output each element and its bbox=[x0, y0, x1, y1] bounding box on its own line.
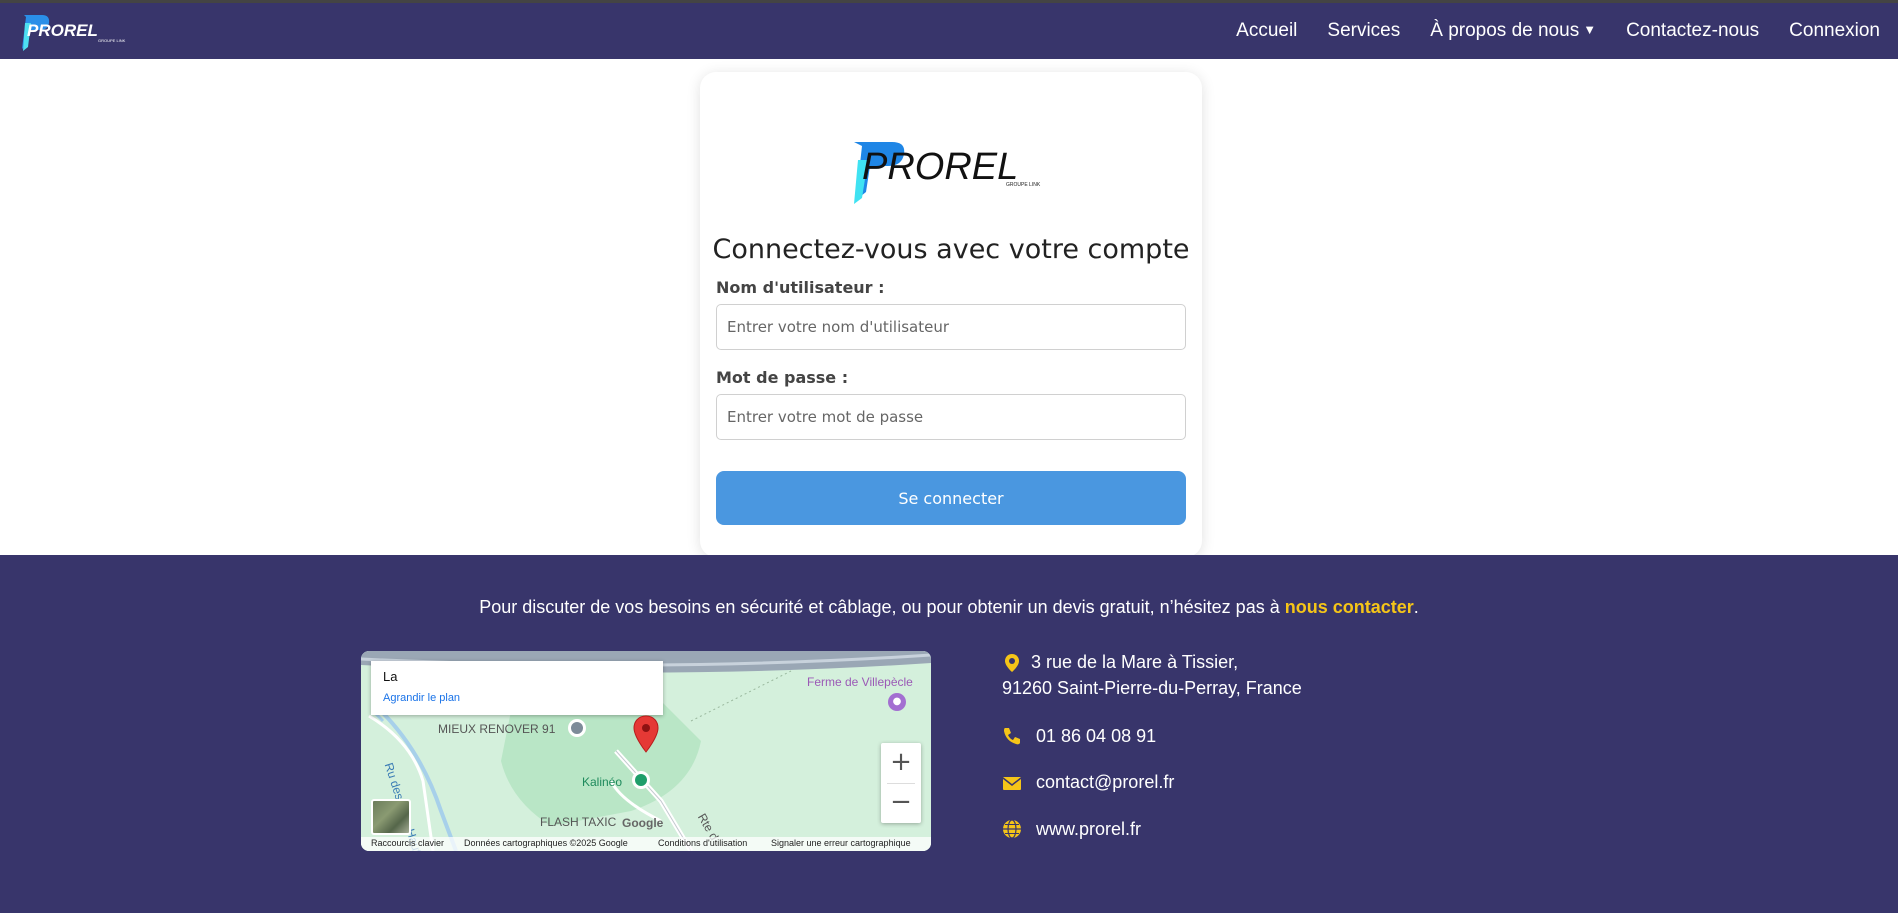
map-label-mieux-renover: MIEUX RENOVER 91 bbox=[438, 722, 556, 736]
map-enlarge-link[interactable]: Agrandir le plan bbox=[383, 692, 460, 704]
nav-link-connexion[interactable]: Connexion bbox=[1789, 20, 1880, 42]
place-pin-icon[interactable] bbox=[632, 771, 650, 789]
nav-link-contact[interactable]: Contactez-nous bbox=[1626, 20, 1759, 42]
zoom-out-button[interactable]: − bbox=[881, 783, 921, 823]
nav-link-a-propos[interactable]: À propos de nous ▼ bbox=[1430, 20, 1596, 42]
location-pin-icon bbox=[1005, 654, 1019, 672]
lock-icon[interactable]: ● bbox=[888, 693, 906, 711]
svg-text:PROREL: PROREL bbox=[862, 146, 1018, 188]
map-report-error-link[interactable]: Signaler une erreur cartographique bbox=[771, 838, 911, 848]
footer-cta-prefix: Pour discuter de vos besoins en sécurité… bbox=[479, 597, 1285, 617]
nav-links: Accueil Services À propos de nous ▼ Conta… bbox=[1206, 20, 1880, 42]
map-place-title: La bbox=[383, 669, 398, 684]
zoom-in-button[interactable]: + bbox=[881, 743, 921, 783]
map-keyboard-shortcuts[interactable]: Raccourcis clavier bbox=[371, 838, 444, 848]
map-zoom-controls: + − bbox=[881, 743, 921, 823]
login-button[interactable]: Se connecter bbox=[716, 471, 1186, 525]
map-label-flash-taxi: FLASH TAXIC bbox=[540, 815, 617, 829]
place-pin-icon[interactable] bbox=[568, 719, 586, 737]
google-map[interactable]: La Agrandir le plan Ferme de Villepècle … bbox=[361, 651, 931, 851]
email-address[interactable]: contact@prorel.fr bbox=[1036, 772, 1174, 793]
password-label: Mot de passe : bbox=[716, 368, 849, 387]
envelope-icon bbox=[1002, 777, 1022, 790]
navbar: PROREL GROUPE LINK Accueil Services À pr… bbox=[0, 3, 1898, 59]
footer-cta-text: Pour discuter de vos besoins en sécurité… bbox=[0, 597, 1898, 618]
google-wordmark: Google bbox=[622, 816, 664, 830]
login-card: PROREL GROUPE LINK Connectez-vous avec v… bbox=[700, 72, 1202, 557]
map-terms-link[interactable]: Conditions d'utilisation bbox=[658, 838, 747, 848]
footer-cta-suffix: . bbox=[1413, 597, 1419, 617]
nav-link-a-propos-label: À propos de nous bbox=[1430, 20, 1580, 41]
prorel-logo[interactable]: PROREL GROUPE LINK bbox=[20, 9, 132, 53]
phone-number[interactable]: 01 86 04 08 91 bbox=[1036, 726, 1156, 747]
svg-text:GROUPE LINK: GROUPE LINK bbox=[1006, 182, 1041, 188]
username-input[interactable] bbox=[716, 304, 1186, 350]
map-attribution-bar: Raccourcis clavier Données cartographiqu… bbox=[361, 837, 931, 851]
password-input[interactable] bbox=[716, 394, 1186, 440]
nav-link-services[interactable]: Services bbox=[1327, 20, 1400, 42]
prorel-logo-graphic: PROREL GROUPE LINK bbox=[22, 15, 126, 51]
globe-icon bbox=[1003, 819, 1021, 839]
caret-down-icon: ▼ bbox=[1583, 22, 1597, 37]
address-line-1: 3 rue de la Mare à Tissier, bbox=[1031, 652, 1239, 672]
svg-text:GROUPE LINK: GROUPE LINK bbox=[98, 38, 126, 43]
prorel-card-logo: PROREL GROUPE LINK bbox=[850, 134, 1050, 214]
footer: Pour discuter de vos besoins en sécurité… bbox=[0, 555, 1898, 913]
username-label: Nom d'utilisateur : bbox=[716, 278, 885, 297]
website-link[interactable]: www.prorel.fr bbox=[1036, 819, 1141, 840]
address-line-2: 91260 Saint-Pierre-du-Perray, France bbox=[1002, 678, 1302, 698]
map-label-kalineo: Kalinéo bbox=[582, 775, 623, 789]
nav-link-accueil[interactable]: Accueil bbox=[1236, 20, 1297, 42]
map-label-ferme: Ferme de Villepècle bbox=[807, 675, 913, 689]
map-place-card: La Agrandir le plan bbox=[371, 661, 663, 715]
login-title: Connectez-vous avec votre compte bbox=[712, 234, 1190, 265]
map-marker-icon[interactable] bbox=[633, 715, 659, 753]
phone-icon bbox=[1004, 728, 1020, 745]
contact-us-link[interactable]: nous contacter bbox=[1285, 597, 1414, 617]
map-data-credit: Données cartographiques ©2025 Google bbox=[464, 838, 628, 848]
svg-text:PROREL: PROREL bbox=[27, 21, 98, 40]
satellite-toggle[interactable] bbox=[371, 799, 411, 835]
